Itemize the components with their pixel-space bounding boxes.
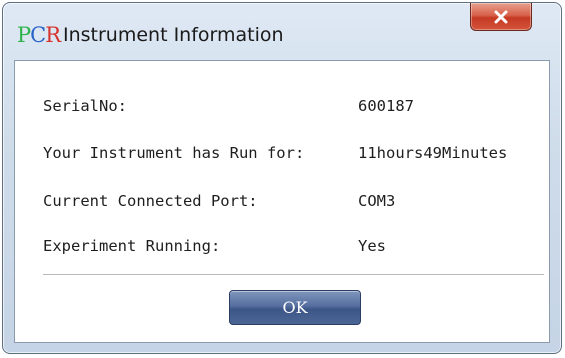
window-title: Instrument Information xyxy=(63,24,284,46)
icon-letter-r: R xyxy=(45,23,61,47)
dialog-content: SerialNo: 600187 Your Instrument has Run… xyxy=(14,60,550,343)
port-label: Current Connected Port: xyxy=(43,192,258,210)
serial-label: SerialNo: xyxy=(43,97,127,115)
experiment-row: Experiment Running: Yes xyxy=(43,236,386,256)
port-value: COM3 xyxy=(358,192,396,210)
experiment-label: Experiment Running: xyxy=(43,237,221,255)
icon-letter-p: P xyxy=(17,23,31,47)
close-icon xyxy=(471,3,531,30)
port-row: Current Connected Port: COM3 xyxy=(43,191,395,211)
serial-value: 600187 xyxy=(358,97,414,115)
instrument-info-dialog: PCR Instrument Information SerialNo: 600… xyxy=(2,2,562,354)
runtime-row: Your Instrument has Run for: 11hours49Mi… xyxy=(43,143,507,163)
title-bar[interactable]: PCR Instrument Information xyxy=(3,3,561,59)
runtime-value: 11hours49Minutes xyxy=(358,144,508,162)
divider xyxy=(43,274,544,275)
ok-button[interactable]: OK xyxy=(229,290,361,325)
icon-letter-c: C xyxy=(30,23,46,47)
close-button[interactable] xyxy=(470,3,532,31)
runtime-label: Your Instrument has Run for: xyxy=(43,144,305,162)
experiment-value: Yes xyxy=(358,237,386,255)
pcr-app-icon: PCR xyxy=(17,23,61,47)
serial-row: SerialNo: 600187 xyxy=(43,96,414,116)
